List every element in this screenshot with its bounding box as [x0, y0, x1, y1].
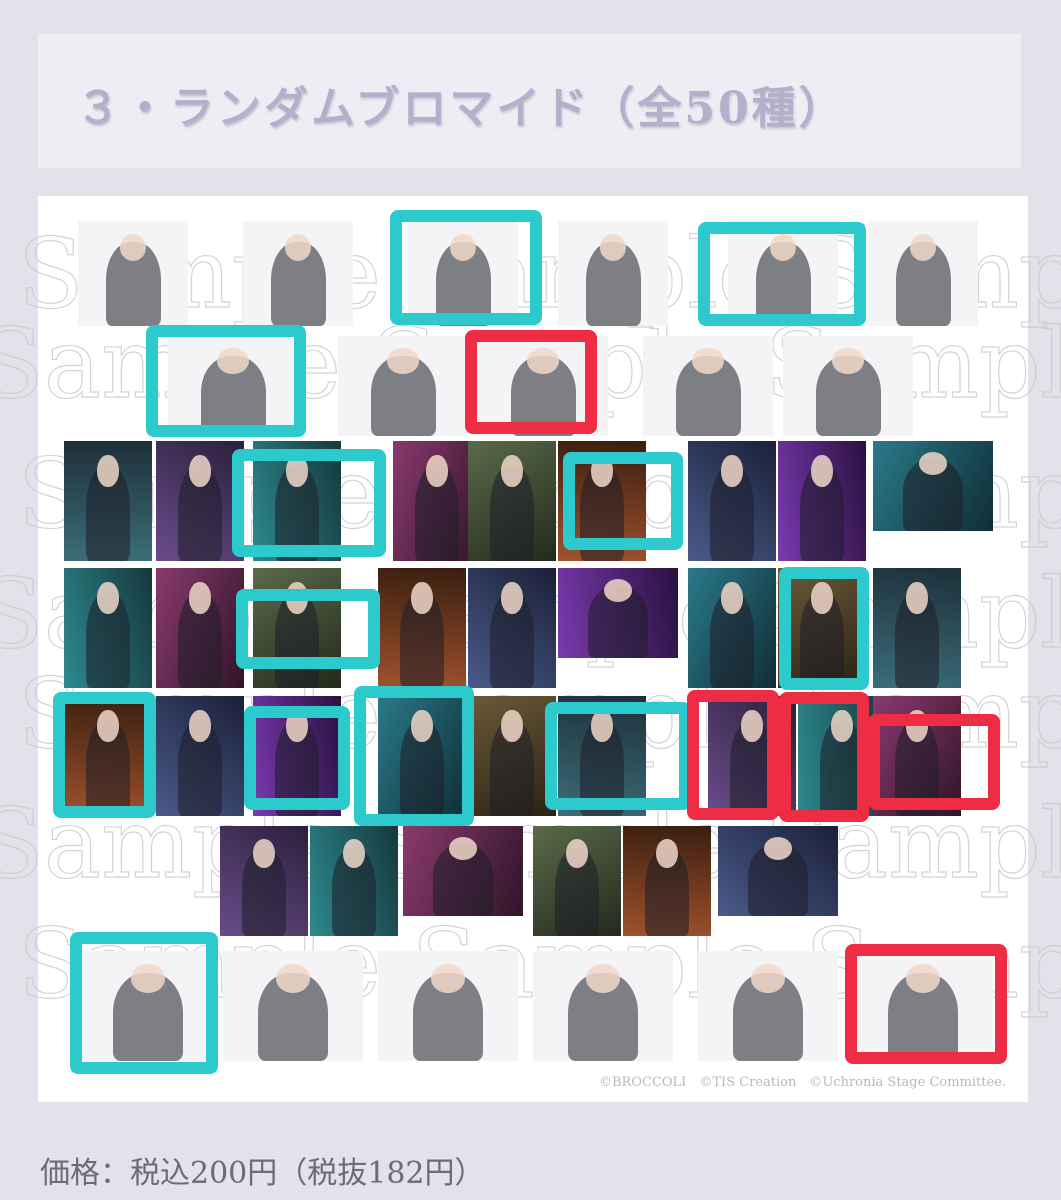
bromide-photo [778, 568, 866, 688]
bromide-photo [310, 826, 398, 936]
bromide-photo [403, 826, 523, 916]
bromide-photo [728, 221, 838, 326]
bromide-photo [468, 696, 556, 816]
bromide-photo [688, 441, 776, 561]
bromide-photo [478, 336, 608, 436]
bromide-photo [156, 568, 244, 688]
bromide-photo [558, 221, 668, 326]
bromide-photo [778, 441, 866, 561]
bromide-photo [623, 826, 711, 936]
bromide-photo [558, 441, 646, 561]
section-header: ３・ランダムブロマイド（全50種） [38, 34, 1021, 168]
bromide-sample-panel: Sample Sample Sample Sample Sample Sampl… [0, 196, 1061, 1102]
bromide-photo [64, 441, 152, 561]
bromide-photo [78, 221, 188, 326]
bromide-photo [873, 441, 993, 531]
price-label: 価格：税込200円（税抜182円） [40, 1156, 485, 1191]
bromide-photo [873, 568, 961, 688]
bromide-photo [558, 568, 678, 658]
bromide-photo [533, 951, 673, 1061]
bromide-photo [718, 826, 838, 916]
bromide-photo [378, 568, 466, 688]
bromide-photo [64, 696, 152, 816]
bromide-photo [558, 696, 646, 816]
section-title: ３・ランダムブロマイド（全50種） [76, 83, 846, 134]
bromide-photo [533, 826, 621, 936]
bromide-photo [708, 696, 796, 816]
bromide-photo [468, 568, 556, 688]
bromide-photo [253, 441, 341, 561]
bromide-photo [168, 336, 298, 436]
bromide-photo [253, 568, 341, 688]
bromide-photo [853, 951, 993, 1061]
bromide-photo [783, 336, 913, 436]
bromide-photo [873, 696, 961, 816]
bromide-photo [468, 441, 556, 561]
bromide-photo [156, 441, 244, 561]
bromide-photo [78, 951, 218, 1061]
bromide-photo [338, 336, 468, 436]
bromide-photo [868, 221, 978, 326]
bromide-photo [643, 336, 773, 436]
bromide-photo [253, 696, 341, 816]
bromide-photo [220, 826, 308, 936]
bromide-photo [698, 951, 838, 1061]
copyright-credits: ©BROCCOLI ©TIS Creation ©Uchronia Stage … [599, 1075, 1006, 1090]
bromide-photo [156, 696, 244, 816]
bromide-photo [378, 951, 518, 1061]
bromide-photo [378, 696, 466, 816]
bromide-photo [688, 568, 776, 688]
bromide-photo [408, 221, 518, 326]
bromide-photo [223, 951, 363, 1061]
bromide-photo [64, 568, 152, 688]
bromide-photo [243, 221, 353, 326]
